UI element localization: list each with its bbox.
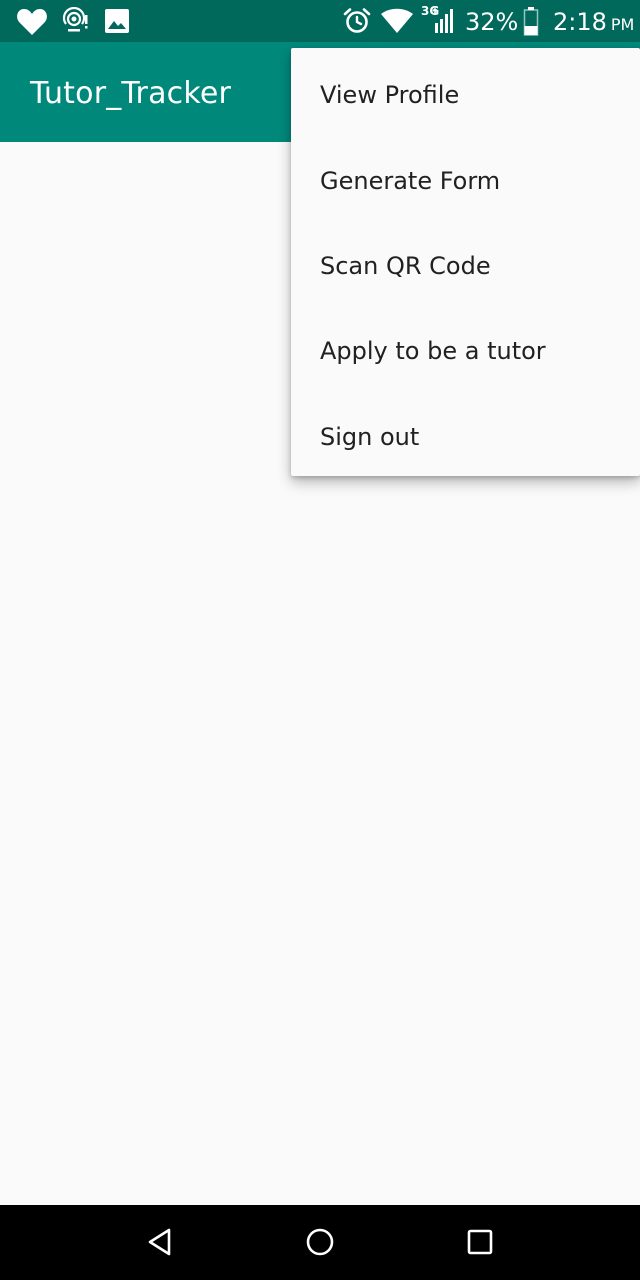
alarm-icon	[343, 6, 371, 36]
hotspot-icon	[62, 6, 90, 36]
app-title: Tutor_Tracker	[30, 76, 232, 111]
recents-icon[interactable]	[460, 1222, 500, 1262]
overflow-menu: View Profile Generate Form Scan QR Code …	[291, 48, 640, 476]
navigation-bar	[0, 1205, 640, 1280]
menu-item-scan-qr-code[interactable]: Scan QR Code	[291, 223, 640, 308]
menu-item-view-profile[interactable]: View Profile	[291, 52, 640, 137]
battery-icon	[523, 6, 539, 36]
time-value: 2:18	[553, 8, 607, 36]
heart-icon	[16, 6, 48, 36]
status-bar: 3G 32% 2:18 PM	[0, 0, 640, 42]
home-icon[interactable]	[300, 1222, 340, 1262]
menu-item-sign-out[interactable]: Sign out	[291, 394, 640, 479]
menu-item-apply-tutor[interactable]: Apply to be a tutor	[291, 308, 640, 393]
time-ampm: PM	[610, 15, 635, 34]
image-icon	[104, 6, 130, 36]
menu-item-generate-form[interactable]: Generate Form	[291, 138, 640, 223]
status-time: 2:18 PM	[553, 0, 634, 42]
battery-percent: 32%	[465, 8, 519, 36]
signal-icon	[432, 6, 456, 36]
back-icon[interactable]	[140, 1222, 180, 1262]
wifi-icon	[380, 6, 414, 36]
